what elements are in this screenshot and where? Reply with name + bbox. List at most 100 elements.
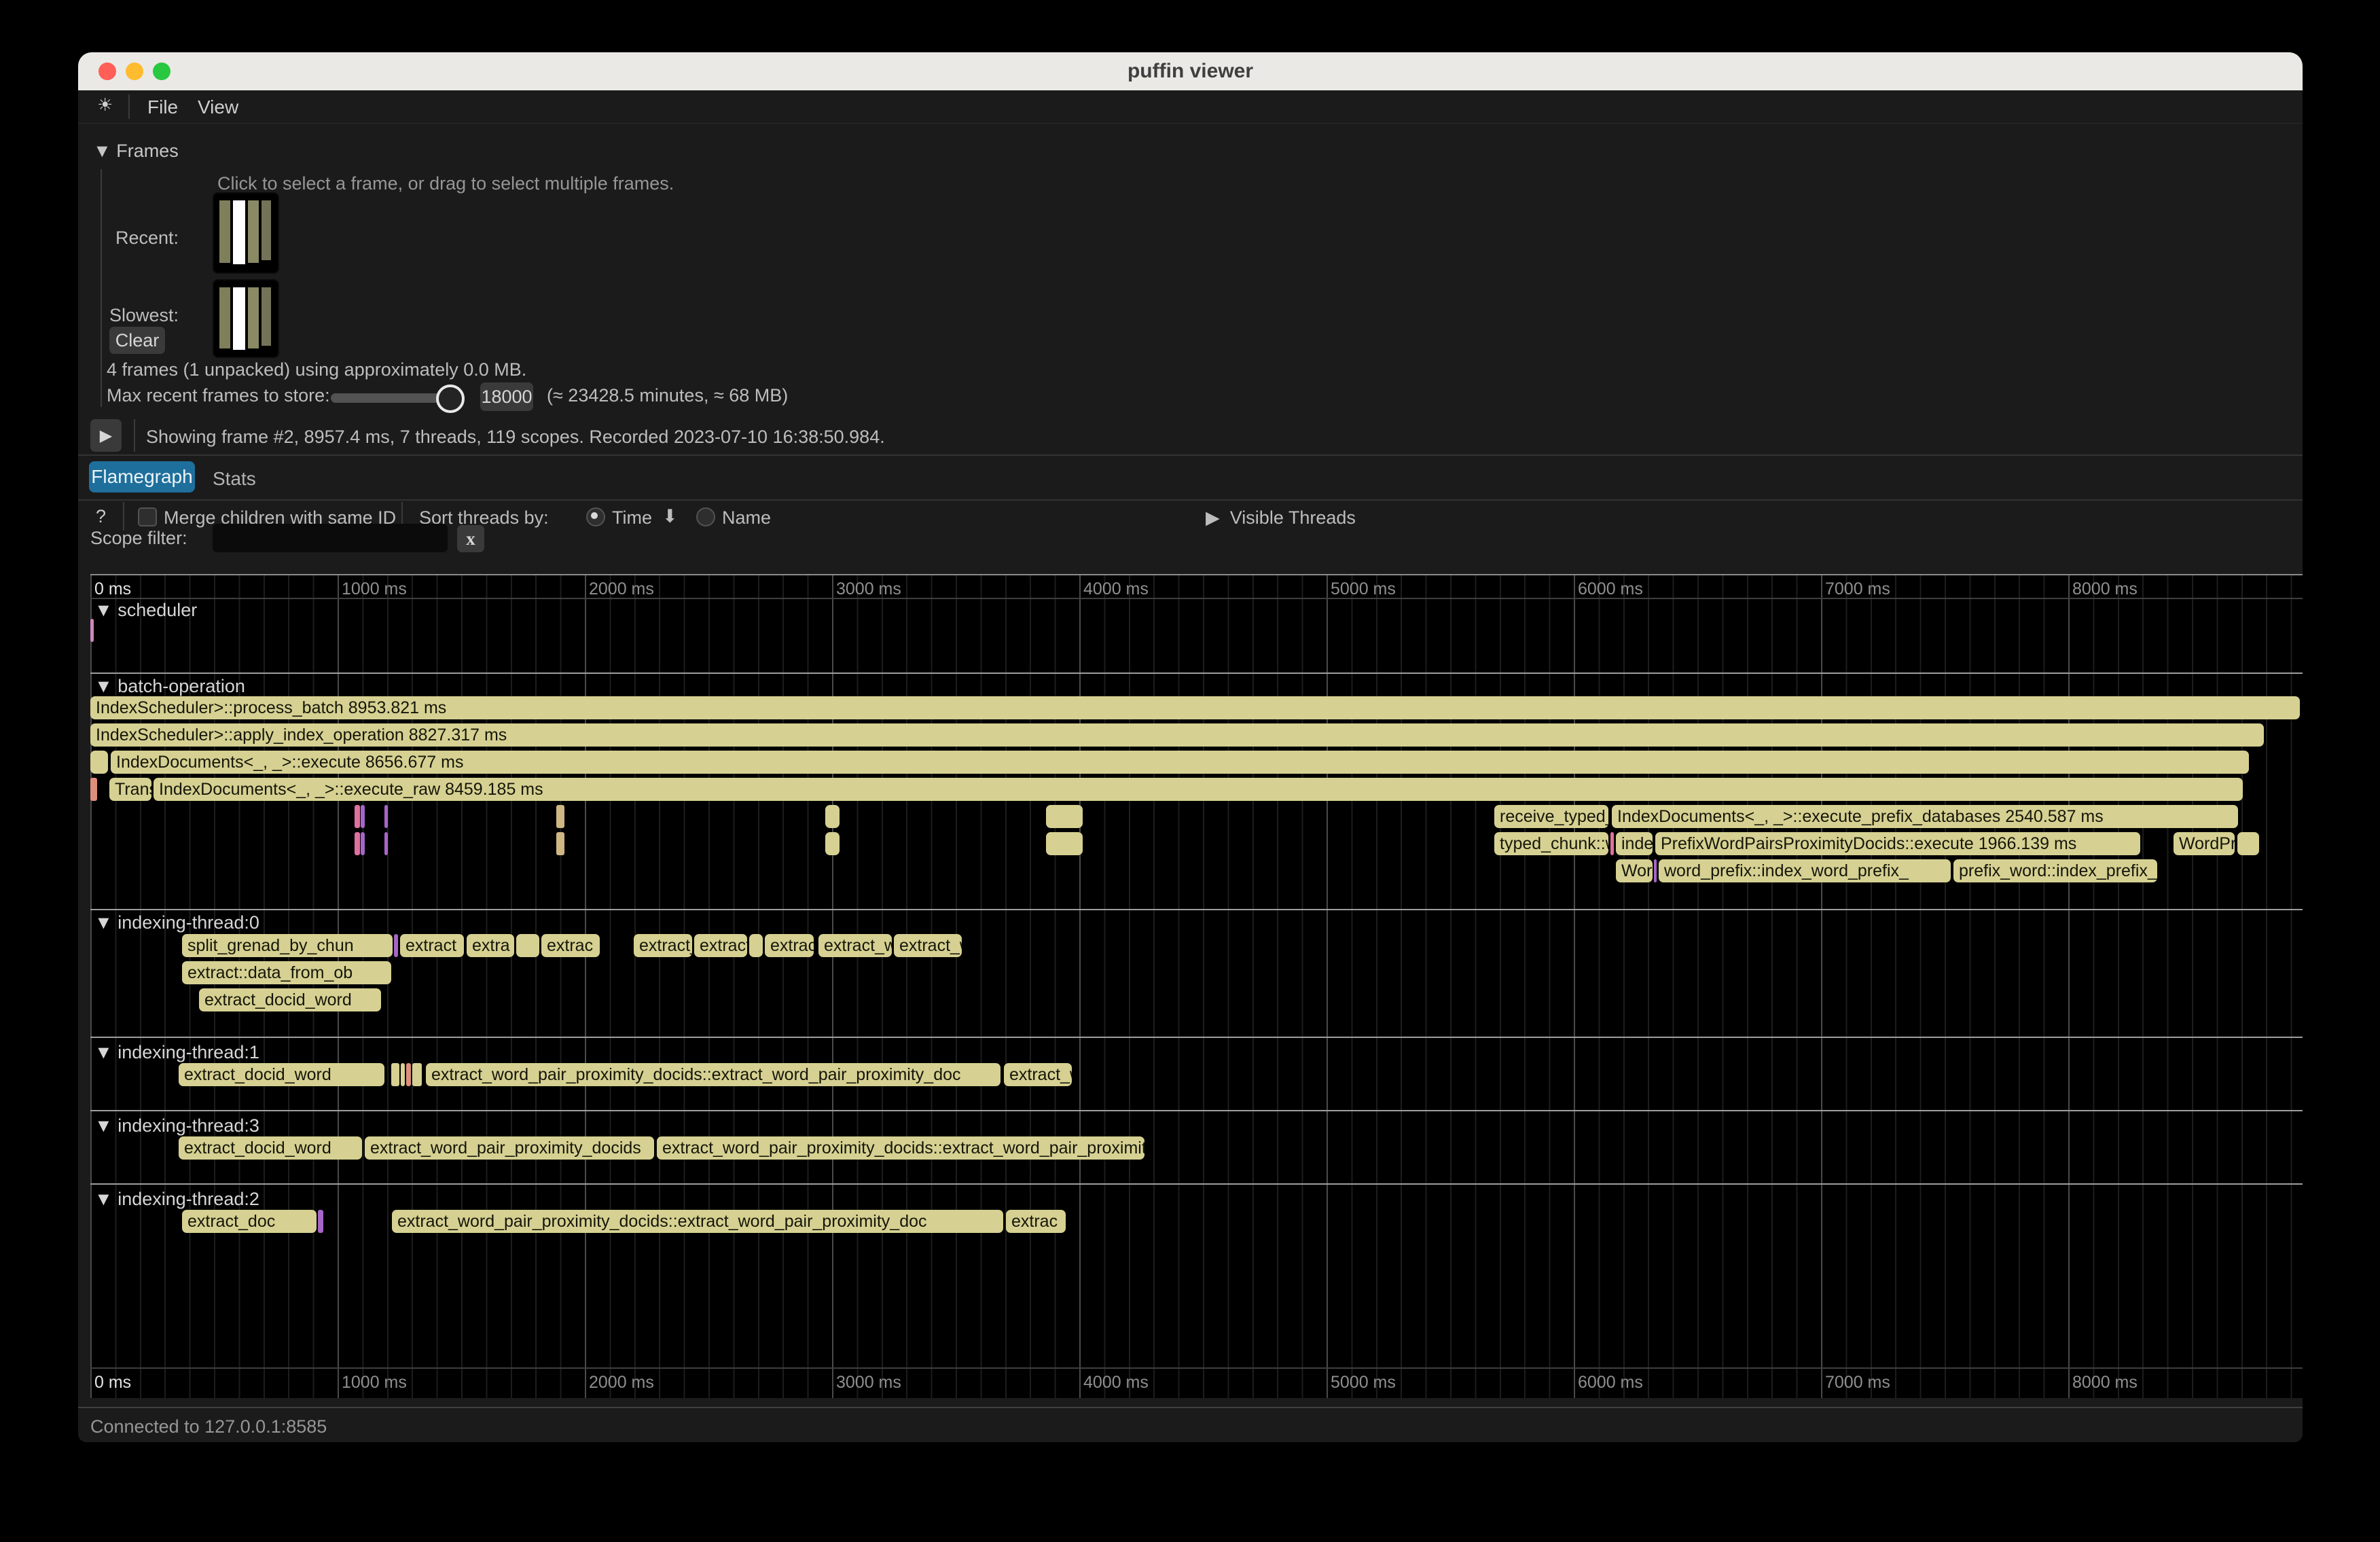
frame-bar[interactable] [248,287,259,348]
flame-bar[interactable]: extract_word_pair_proximity_docids::extr… [426,1063,1000,1086]
flame-bar[interactable] [384,832,388,855]
flame-bar[interactable]: Word [1616,859,1653,882]
flame-bar[interactable] [406,1063,411,1086]
flamegraph-canvas[interactable]: 0 ms0 ms1000 ms1000 ms2000 ms2000 ms3000… [90,574,2303,1398]
sort-direction-arrow-icon[interactable]: ⬇ [662,506,678,527]
flame-bar[interactable] [412,1063,422,1086]
thread-section-label[interactable]: ▼ indexing-thread:1 [94,1042,259,1063]
flame-bar[interactable]: extract_docid_word [179,1136,362,1160]
flame-bar[interactable]: extract_ [634,934,692,957]
clear-filter-button[interactable]: x [457,525,484,552]
thread-section-label[interactable]: ▼ batch-operation [94,676,245,697]
flame-bar[interactable]: extract_docid_word [179,1063,384,1086]
flame-bar[interactable]: IndexDocuments<_, _>::execute_prefix_dat… [1612,805,2238,828]
scope-filter-input[interactable] [213,524,448,552]
flame-bar[interactable]: split_grenad_by_chun [182,934,393,957]
frame-bar[interactable] [262,287,271,346]
flame-bar[interactable]: extract_doc [182,1210,317,1233]
flame-bar[interactable]: extrac [1006,1210,1066,1233]
thread-section-label[interactable]: ▼ scheduler [94,600,197,621]
flame-bar[interactable] [825,832,840,855]
flame-bar[interactable]: WordPr [2174,832,2235,855]
recent-frames-thumbnail[interactable] [213,192,279,274]
flame-bar[interactable] [825,805,840,828]
menu-view[interactable]: View [198,96,238,118]
flame-bar[interactable]: typed_chunk::w [1494,832,1608,855]
menu-file[interactable]: File [147,96,178,118]
flame-bar[interactable]: extract [765,934,814,957]
flame-bar[interactable] [1654,859,1657,882]
frame-bar-selected[interactable] [233,200,245,264]
flame-bar[interactable] [384,805,388,828]
flame-bar[interactable]: extract_word_pair_proximity_docids::extr… [392,1210,1003,1233]
frame-bar-selected[interactable] [233,287,245,350]
tab-flamegraph[interactable]: Flamegraph [89,461,195,492]
flame-bar[interactable] [90,778,97,801]
flame-bar[interactable] [556,832,564,855]
flame-bar[interactable] [516,934,539,957]
help-button[interactable]: ? [96,506,106,527]
flame-bar[interactable]: extract_wo [894,934,962,957]
frame-bar[interactable] [262,200,271,260]
flame-bar[interactable]: extract_ [694,934,747,957]
radio-dot [591,512,598,519]
flame-bar[interactable] [1046,805,1083,828]
merge-children-checkbox[interactable] [138,507,157,526]
flame-bar[interactable]: index [1616,832,1653,855]
flame-bar[interactable]: extract_word_pair_proximity_docids::extr… [657,1136,1144,1160]
flame-bar[interactable] [90,619,94,642]
flame-bar[interactable]: prefix_word::index_prefix_wo [1953,859,2157,882]
flame-bar[interactable] [391,1063,399,1086]
flame-bar[interactable]: extract_word_pair_proximity_docids [365,1136,654,1160]
flame-bar[interactable] [556,805,564,828]
flame-bar[interactable]: IndexScheduler>::apply_index_operation 8… [90,723,2264,747]
flame-bar[interactable]: extract [400,934,464,957]
flame-bar[interactable]: extra [467,934,514,957]
title-bar[interactable]: puffin viewer [78,52,2303,90]
frame-bar[interactable] [219,287,230,348]
flame-bar[interactable]: receive_typed_ [1494,805,1608,828]
flame-bar[interactable]: Trans [109,778,151,801]
flame-bar[interactable] [1610,832,1614,855]
flame-bar[interactable]: IndexDocuments<_, _>::execute 8656.677 m… [111,751,2249,774]
flame-bar[interactable] [394,934,398,957]
flame-bar[interactable] [90,751,108,774]
thread-section-label[interactable]: ▼ indexing-thread:3 [94,1115,259,1136]
slowest-frames-thumbnail[interactable] [213,279,279,358]
tab-stats[interactable]: Stats [213,468,256,490]
flame-bar[interactable] [318,1210,323,1233]
flame-bar[interactable] [355,805,360,828]
thread-section-label[interactable]: ▼ indexing-thread:2 [94,1189,259,1210]
flame-bar[interactable]: PrefixWordPairsProximityDocids::execute … [1655,832,2140,855]
flame-bar[interactable] [2237,832,2259,855]
flame-bar[interactable]: extract::data_from_ob [182,961,391,984]
frames-section-header[interactable]: ▼ Frames [93,141,179,162]
sort-name-radio[interactable] [696,507,715,526]
flame-bar[interactable] [355,832,360,855]
sort-time-radio[interactable] [586,507,605,526]
sort-name-label[interactable]: Name [722,507,771,528]
play-button[interactable]: ▶ [90,419,122,452]
thread-section-label[interactable]: ▼ indexing-thread:0 [94,912,259,933]
flame-bar[interactable]: IndexScheduler>::process_batch 8953.821 … [90,696,2300,719]
flame-bar[interactable] [749,934,763,957]
frame-bar[interactable] [248,200,259,263]
flame-bar[interactable] [401,1063,405,1086]
flame-bar[interactable]: extract_docid_word [199,988,381,1011]
flame-bar[interactable]: extract_wo [1004,1063,1072,1086]
visible-threads-collapsible[interactable]: ▶ Visible Threads [1206,507,1356,528]
flame-bar[interactable]: IndexDocuments<_, _>::execute_raw 8459.1… [154,778,2243,801]
flame-bar[interactable] [361,805,365,828]
max-frames-slider-knob[interactable] [436,384,465,413]
theme-sun-icon[interactable]: ☀ [97,94,113,115]
flame-bar[interactable] [361,832,365,855]
flame-bar[interactable]: word_prefix::index_word_prefix_ [1659,859,1951,882]
flame-bar[interactable]: extract_word [818,934,892,957]
sort-time-label[interactable]: Time [612,507,652,528]
max-frames-value[interactable]: 18000 [480,382,533,411]
time-tick-label: 7000 ms [1825,1373,1890,1393]
flame-bar[interactable] [1046,832,1083,855]
clear-frames-button[interactable]: Clear [109,327,165,354]
frame-bar[interactable] [219,200,230,263]
flame-bar[interactable]: extrac [541,934,600,957]
